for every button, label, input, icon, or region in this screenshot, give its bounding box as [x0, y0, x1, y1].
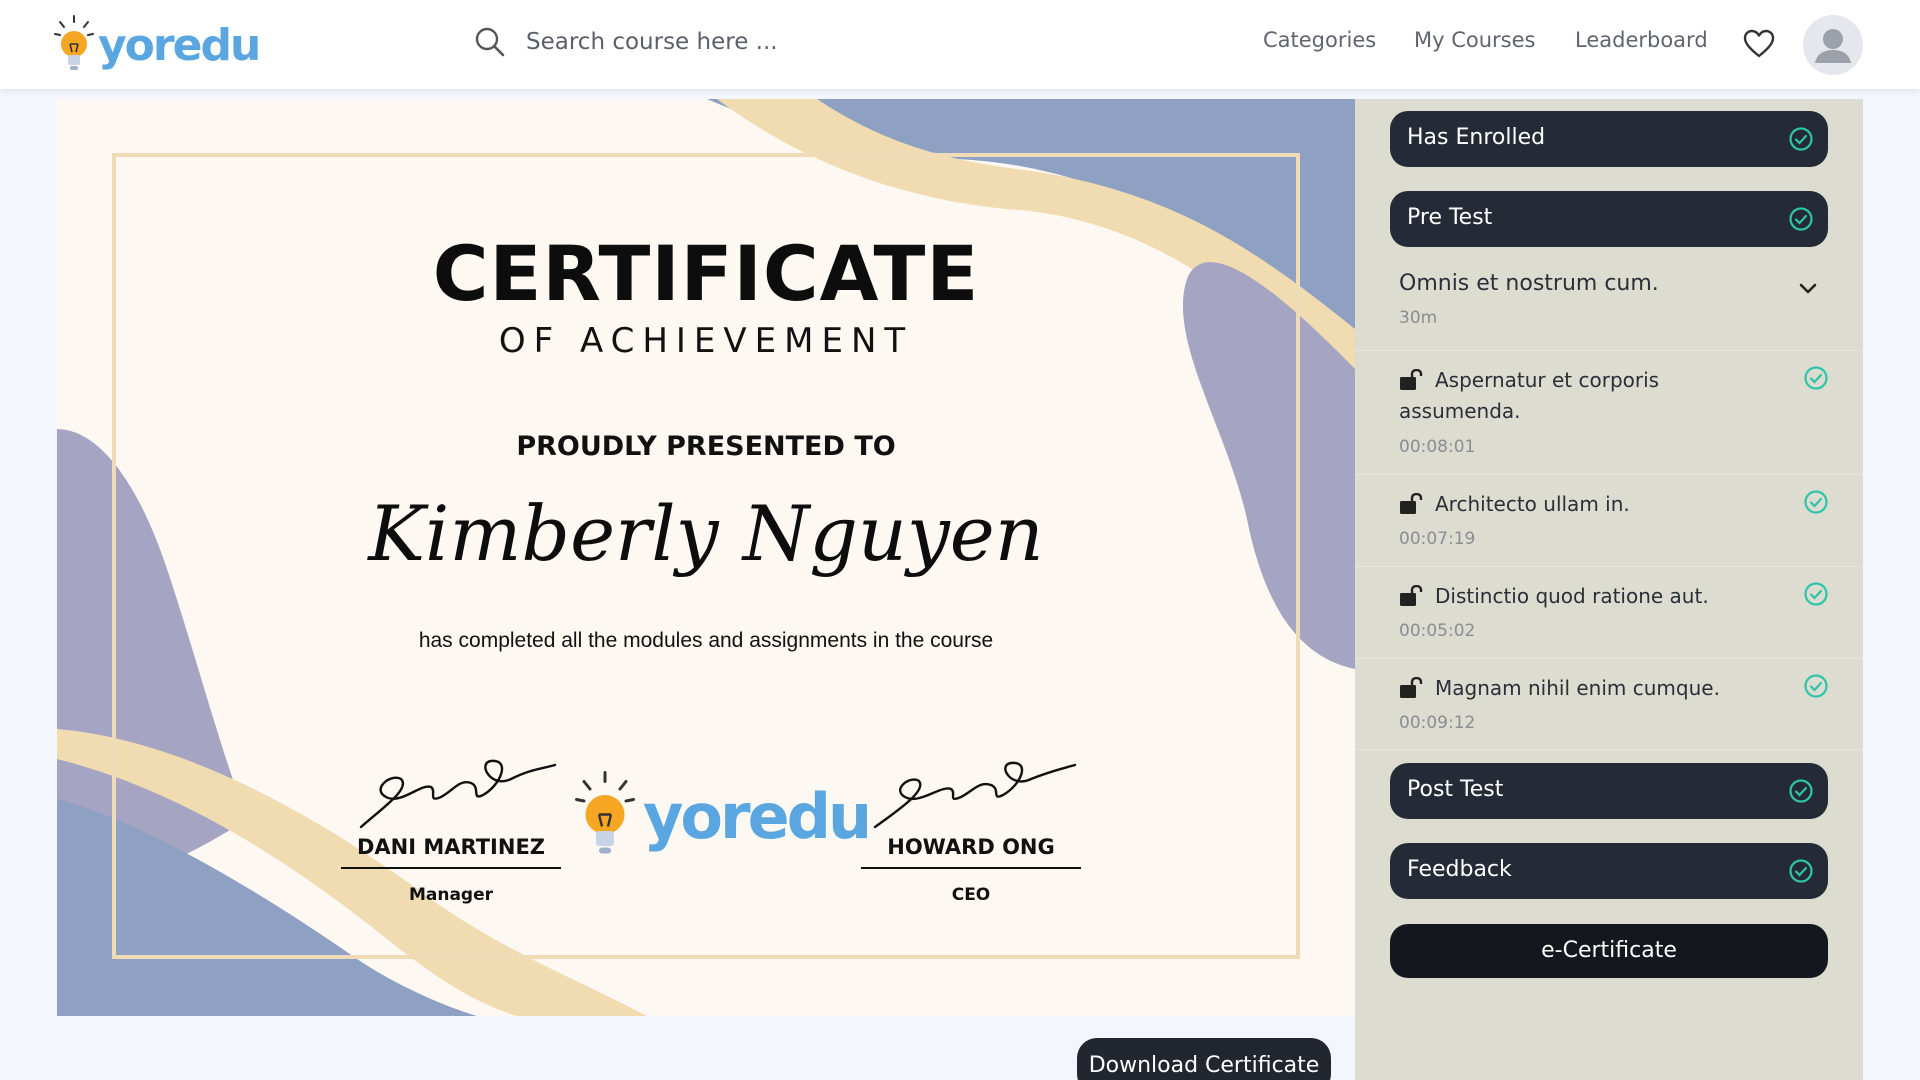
lesson-item[interactable]: Aspernatur et corporis assumenda. 00:08:… [1355, 350, 1863, 474]
nav-leaderboard[interactable]: Leaderboard [1575, 28, 1708, 52]
lesson-duration: 00:09:12 [1399, 713, 1476, 733]
has-enrolled-label: Has Enrolled [1407, 125, 1546, 150]
lesson-duration: 00:07:19 [1399, 529, 1476, 549]
lesson-title: Magnam nihil enim cumque. [1435, 676, 1720, 700]
top-navbar: yoredu Categories My Courses Leaderboard [0, 0, 1920, 89]
check-circle-icon [1804, 674, 1828, 698]
section-duration: 30m [1399, 308, 1438, 328]
lesson-title: Aspernatur et corporis assumenda. [1399, 368, 1660, 423]
feedback-item[interactable]: Feedback [1390, 843, 1828, 899]
lesson-duration: 00:08:01 [1399, 437, 1476, 457]
check-circle-icon [1804, 582, 1828, 606]
signature-scribble [873, 761, 1077, 829]
signature-manager: DANI MARTINEZ Manager [341, 749, 561, 905]
lesson-duration: 00:05:02 [1399, 621, 1476, 641]
signatory-role: Manager [408, 885, 494, 905]
check-circle-icon [1789, 859, 1813, 883]
has-enrolled-item[interactable]: Has Enrolled [1390, 111, 1828, 167]
signatory-name: DANI MARTINEZ [341, 835, 561, 869]
logo-text: yoredu [643, 779, 872, 853]
check-circle-icon [1789, 207, 1813, 231]
lightbulb-icon [575, 771, 635, 854]
lesson-item[interactable]: Magnam nihil enim cumque. 00:09:12 [1355, 658, 1863, 750]
yoredu-logo[interactable]: yoredu [54, 14, 261, 76]
check-circle-icon [1804, 366, 1828, 390]
lightbulb-icon [54, 15, 94, 70]
section-header[interactable]: Omnis et nostrum cum. 30m [1399, 271, 1829, 328]
check-circle-icon [1789, 127, 1813, 151]
avatar[interactable] [1803, 15, 1863, 75]
logo-text: yoredu [98, 19, 261, 71]
signature-scribble [359, 759, 557, 829]
lesson-title: Distinctio quod ratione aut. [1435, 584, 1709, 608]
lesson-item[interactable]: Architecto ullam in. 00:07:19 [1355, 474, 1863, 566]
check-circle-icon [1789, 779, 1813, 803]
course-progress-sidebar: Has Enrolled Pre Test Omnis et nostrum c… [1355, 99, 1863, 1080]
certificate-preview: CERTIFICATE OF ACHIEVEMENT PROUDLY PRESE… [57, 99, 1355, 1016]
search-icon[interactable] [474, 26, 506, 58]
certificate-title: CERTIFICATE [432, 229, 980, 318]
recipient-name: Kimberly Nguyen [368, 489, 1044, 578]
search-input[interactable] [526, 29, 856, 55]
download-certificate-button[interactable]: Download Certificate [1077, 1038, 1331, 1080]
post-test-label: Post Test [1407, 777, 1504, 802]
completion-text: has completed all the modules and assign… [418, 629, 994, 652]
section-title: Omnis et nostrum cum. [1399, 271, 1659, 296]
signatory-role: CEO [951, 885, 991, 905]
post-test-item[interactable]: Post Test [1390, 763, 1828, 819]
certificate-subtitle: OF ACHIEVEMENT [498, 321, 914, 361]
check-circle-icon [1804, 490, 1828, 514]
user-icon [1815, 29, 1851, 63]
pre-test-label: Pre Test [1407, 205, 1493, 230]
nav-categories[interactable]: Categories [1263, 28, 1376, 52]
chevron-down-icon[interactable] [1797, 277, 1819, 299]
pre-test-item[interactable]: Pre Test [1390, 191, 1828, 247]
feedback-label: Feedback [1407, 857, 1512, 882]
signature-ceo: HOWARD ONG CEO [861, 749, 1081, 905]
e-certificate-button[interactable]: e-Certificate [1390, 924, 1828, 978]
heart-icon[interactable] [1743, 29, 1775, 59]
signatory-name: HOWARD ONG [861, 835, 1081, 869]
certificate-logo: yoredu [575, 769, 872, 863]
presented-to-label: PROUDLY PRESENTED TO [516, 431, 896, 462]
lesson-item[interactable]: Distinctio quod ratione aut. 00:05:02 [1355, 566, 1863, 658]
search-bar [474, 26, 856, 58]
lesson-title: Architecto ullam in. [1435, 492, 1630, 516]
nav-my-courses[interactable]: My Courses [1414, 28, 1535, 52]
